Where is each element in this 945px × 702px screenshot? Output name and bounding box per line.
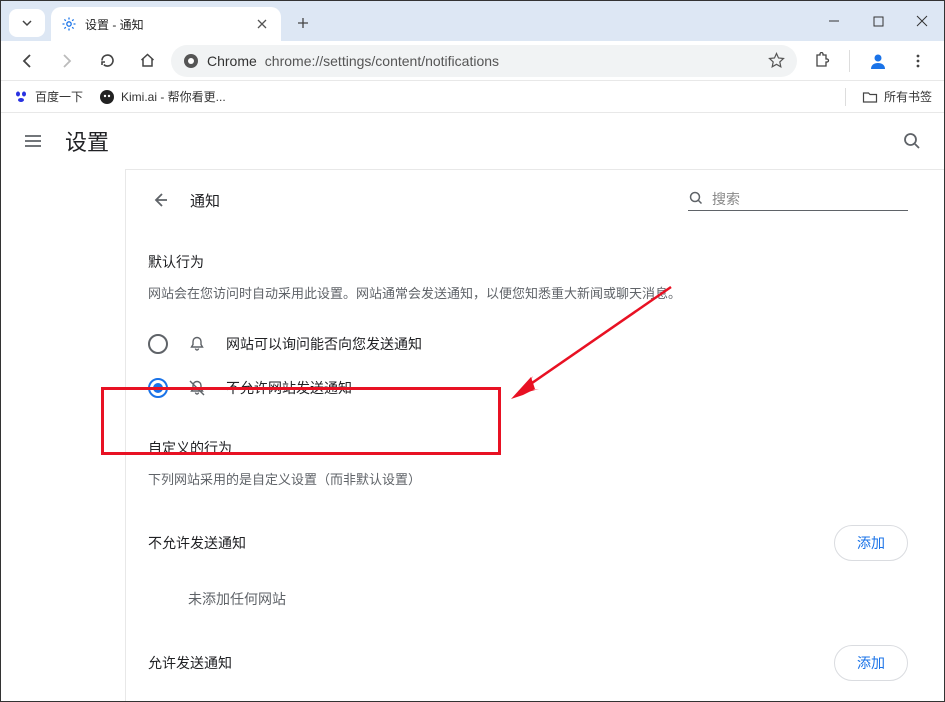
- arrow-right-icon: [58, 52, 76, 70]
- page-title: 设置: [65, 125, 109, 157]
- bell-off-icon: [188, 379, 206, 397]
- search-icon: [902, 131, 922, 151]
- dots-vertical-icon: [910, 53, 926, 69]
- toolbar: Chrome chrome://settings/content/notific…: [1, 41, 944, 81]
- baidu-icon: [13, 89, 29, 105]
- add-allowed-button[interactable]: 添加: [834, 645, 908, 681]
- profile-button[interactable]: [862, 45, 894, 77]
- reload-button[interactable]: [91, 45, 123, 77]
- content-area: 通知 默认行为 网站会在您访问时自动采用此设置。网站通常会发送通知，以便您知悉重…: [1, 169, 944, 701]
- bookmark-label: Kimi.ai - 帮你看更...: [121, 88, 226, 105]
- bell-icon: [188, 335, 206, 353]
- menu-button[interactable]: [902, 45, 934, 77]
- reload-icon: [99, 52, 116, 69]
- home-icon: [139, 52, 156, 69]
- panel-back-button[interactable]: [148, 188, 172, 212]
- hamburger-menu-button[interactable]: [21, 129, 45, 153]
- default-behavior-desc: 网站会在您访问时自动采用此设置。网站通常会发送通知，以便您知悉重大新闻或聊天消息…: [148, 284, 908, 304]
- radio-button-checked[interactable]: [148, 378, 168, 398]
- radio-label-block: 不允许网站发送通知: [226, 378, 352, 398]
- radio-button-unchecked[interactable]: [148, 334, 168, 354]
- tab-title: 设置 - 通知: [85, 16, 245, 33]
- default-behavior-title: 默认行为: [148, 252, 908, 272]
- close-icon: [257, 19, 267, 29]
- url-prefix: Chrome: [207, 53, 257, 69]
- bookmark-label: 百度一下: [35, 88, 83, 105]
- home-button[interactable]: [131, 45, 163, 77]
- all-bookmarks-button[interactable]: 所有书签: [862, 88, 932, 105]
- bookmark-star-button[interactable]: [768, 52, 785, 69]
- plus-icon: [296, 16, 310, 30]
- allowed-title: 允许发送通知: [148, 653, 232, 673]
- close-icon: [916, 15, 928, 27]
- settings-panel: 通知 默认行为 网站会在您访问时自动采用此设置。网站通常会发送通知，以便您知悉重…: [125, 169, 944, 701]
- blocked-empty-text: 未添加任何网站: [148, 589, 908, 609]
- allowed-section-row: 允许发送通知 添加: [148, 627, 908, 699]
- arrow-left-icon: [150, 190, 170, 210]
- browser-window: 设置 - 通知 Chrome chrome://settings/content…: [0, 0, 945, 702]
- minimize-button[interactable]: [812, 1, 856, 41]
- settings-gear-icon: [61, 16, 77, 32]
- bookmarks-bar: 百度一下 Kimi.ai - 帮你看更... 所有书签: [1, 81, 944, 113]
- all-bookmarks-label: 所有书签: [884, 88, 932, 105]
- hamburger-icon: [23, 131, 43, 151]
- settings-header: 设置: [1, 113, 944, 169]
- panel-search-input[interactable]: [712, 191, 908, 207]
- arrow-left-icon: [18, 52, 36, 70]
- maximize-icon: [873, 16, 884, 27]
- browser-tab[interactable]: 设置 - 通知: [51, 7, 281, 41]
- custom-behavior-desc: 下列网站采用的是自定义设置（而非默认设置）: [148, 470, 908, 490]
- radio-label-ask: 网站可以询问能否向您发送通知: [226, 334, 422, 354]
- url-text: chrome://settings/content/notifications: [265, 53, 760, 69]
- addressbar[interactable]: Chrome chrome://settings/content/notific…: [171, 45, 797, 77]
- chevron-down-icon: [21, 17, 33, 29]
- panel-header: 通知: [148, 188, 908, 212]
- new-tab-button[interactable]: [289, 9, 317, 37]
- blocked-title: 不允许发送通知: [148, 533, 246, 553]
- add-blocked-button[interactable]: 添加: [834, 525, 908, 561]
- panel-search[interactable]: [688, 190, 908, 211]
- tab-search-button[interactable]: [9, 9, 45, 37]
- forward-button: [51, 45, 83, 77]
- window-controls: [812, 1, 944, 41]
- bookmark-kimi[interactable]: Kimi.ai - 帮你看更...: [99, 88, 226, 105]
- custom-behavior-title: 自定义的行为: [148, 438, 908, 458]
- radio-option-block[interactable]: 不允许网站发送通知: [148, 366, 908, 410]
- chrome-logo-icon: [183, 53, 199, 69]
- profile-icon: [867, 50, 889, 72]
- star-icon: [768, 52, 785, 69]
- panel-title: 通知: [190, 190, 220, 211]
- maximize-button[interactable]: [856, 1, 900, 41]
- tab-close-button[interactable]: [253, 15, 271, 33]
- blocked-section-row: 不允许发送通知 添加: [148, 507, 908, 579]
- titlebar: 设置 - 通知: [1, 1, 944, 41]
- header-search-button[interactable]: [900, 129, 924, 153]
- kimi-icon: [99, 89, 115, 105]
- minimize-icon: [828, 15, 840, 27]
- folder-icon: [862, 89, 878, 105]
- bookmark-baidu[interactable]: 百度一下: [13, 88, 83, 105]
- puzzle-icon: [813, 52, 830, 69]
- search-icon: [688, 190, 706, 208]
- back-button[interactable]: [11, 45, 43, 77]
- radio-option-ask[interactable]: 网站可以询问能否向您发送通知: [148, 322, 908, 366]
- close-window-button[interactable]: [900, 1, 944, 41]
- extensions-button[interactable]: [805, 45, 837, 77]
